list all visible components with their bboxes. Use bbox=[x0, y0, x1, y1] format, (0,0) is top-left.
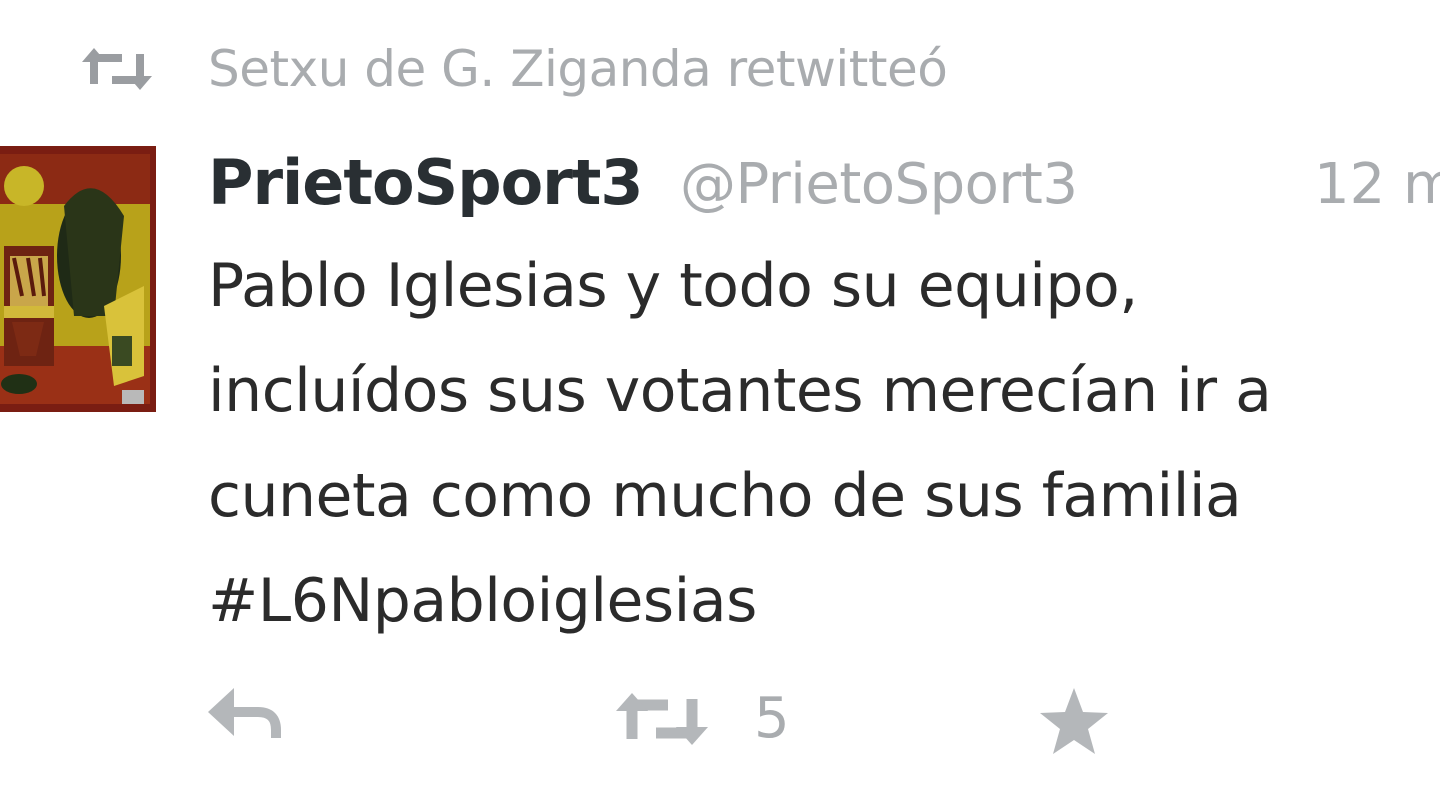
tweet-text-line: incluídos sus votantes merecían ir a bbox=[208, 356, 1272, 426]
tweet-header: PrietoSport3 @PrietoSport3 12 m bbox=[208, 146, 1440, 222]
retweet-count: 5 bbox=[754, 686, 790, 751]
display-name[interactable]: PrietoSport3 bbox=[208, 146, 644, 219]
reply-button[interactable] bbox=[208, 688, 282, 740]
avatar[interactable] bbox=[0, 146, 156, 412]
retweet-icon bbox=[82, 46, 152, 92]
tweet-text-line: cuneta como mucho de sus familia bbox=[208, 461, 1242, 531]
hashtag-link[interactable]: #L6Npabloiglesias bbox=[208, 549, 1440, 654]
reply-icon bbox=[208, 688, 282, 740]
tweet-timestamp[interactable]: 12 m bbox=[1314, 152, 1440, 217]
retweet-context: Setxu de G. Ziganda retwitteó bbox=[82, 34, 948, 104]
tweet-text-line: Pablo Iglesias y todo su equipo, bbox=[208, 251, 1138, 321]
retweet-button[interactable]: 5 bbox=[616, 686, 790, 751]
tweet-text: Pablo Iglesias y todo su equipo, incluíd… bbox=[208, 244, 1440, 654]
favorite-button[interactable] bbox=[1038, 686, 1110, 756]
tweet-actions: 5 bbox=[0, 682, 1440, 772]
star-icon bbox=[1038, 686, 1110, 756]
user-handle[interactable]: @PrietoSport3 bbox=[680, 152, 1078, 217]
retweet-icon bbox=[616, 691, 708, 747]
retweeted-by-text[interactable]: Setxu de G. Ziganda retwitteó bbox=[208, 40, 948, 98]
